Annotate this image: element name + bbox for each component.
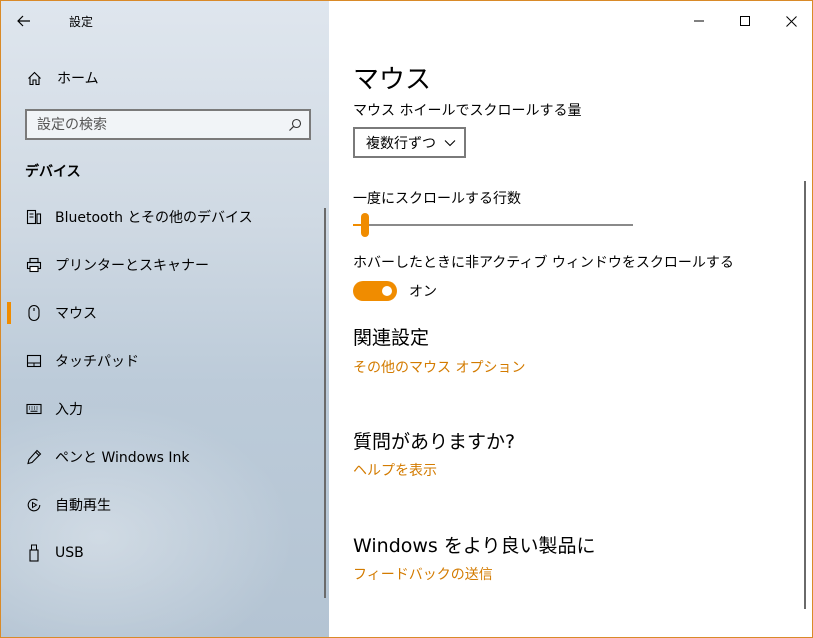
slider-thumb[interactable] xyxy=(361,213,369,237)
search-icon[interactable] xyxy=(281,118,309,132)
settings-search-box[interactable] xyxy=(25,109,311,140)
mouse-icon xyxy=(25,304,43,322)
nav-item-pen[interactable]: ペンと Windows Ink xyxy=(1,437,329,477)
lines-to-scroll-slider[interactable] xyxy=(353,213,634,237)
title-bar-left: 設定 xyxy=(1,1,329,41)
feedback-heading: Windows をより良い製品に xyxy=(353,535,596,557)
hover-scroll-toggle[interactable] xyxy=(353,281,397,301)
nav-item-mouse[interactable]: マウス xyxy=(1,293,329,333)
section-title-devices: デバイス xyxy=(25,164,81,180)
close-button[interactable] xyxy=(768,1,812,41)
navigation-pane: 設定 ホーム デバイス xyxy=(1,1,329,637)
keyboard-icon xyxy=(25,403,43,415)
settings-window: 設定 ホーム デバイス xyxy=(0,0,813,638)
nav-item-label: 入力 xyxy=(55,402,83,418)
chevron-down-icon xyxy=(444,139,456,146)
back-button[interactable] xyxy=(1,1,47,41)
wheel-scroll-label: マウス ホイールでスクロールする量 xyxy=(353,103,582,119)
touchpad-icon xyxy=(25,354,43,368)
nav-item-autoplay[interactable]: 自動再生 xyxy=(1,485,329,525)
maximize-icon xyxy=(740,16,750,26)
nav-item-input[interactable]: 入力 xyxy=(1,389,329,429)
wheel-scroll-value: 複数行ずつ xyxy=(366,135,436,152)
maximize-button[interactable] xyxy=(722,1,768,41)
nav-scrollbar[interactable] xyxy=(324,208,326,598)
nav-item-printers[interactable]: プリンターとスキャナー xyxy=(1,245,329,285)
printer-icon xyxy=(25,257,43,273)
app-title: 設定 xyxy=(69,14,94,29)
give-feedback-link[interactable]: フィードバックの送信 xyxy=(353,564,493,584)
get-help-link[interactable]: ヘルプを表示 xyxy=(353,460,437,480)
nav-item-bluetooth[interactable]: Bluetooth とその他のデバイス xyxy=(1,197,329,237)
bluetooth-device-icon xyxy=(25,209,43,225)
content-scrollbar[interactable] xyxy=(804,181,806,609)
hover-scroll-label: ホバーしたときに非アクティブ ウィンドウをスクロールする xyxy=(353,255,734,271)
nav-item-label: 自動再生 xyxy=(55,498,111,514)
nav-item-touchpad[interactable]: タッチパッド xyxy=(1,341,329,381)
nav-home[interactable]: ホーム xyxy=(1,61,329,95)
question-heading: 質問がありますか? xyxy=(353,431,516,453)
nav-item-label: USB xyxy=(55,545,84,561)
slider-track xyxy=(353,224,633,226)
minimize-button[interactable] xyxy=(676,1,722,41)
nav-item-label: Bluetooth とその他のデバイス xyxy=(55,210,253,226)
nav-item-label: ペンと Windows Ink xyxy=(55,450,190,466)
lines-to-scroll-label: 一度にスクロールする行数 xyxy=(353,191,521,207)
caption-buttons xyxy=(676,1,812,41)
nav-item-label: マウス xyxy=(55,306,97,322)
toggle-knob xyxy=(382,286,392,296)
content-pane: マウス マウス ホイールでスクロールする量 複数行ずつ 一度にスクロールする行数… xyxy=(329,1,812,637)
close-icon xyxy=(785,15,797,27)
nav-item-usb[interactable]: USB xyxy=(1,533,329,573)
additional-mouse-options-link[interactable]: その他のマウス オプション xyxy=(353,357,525,377)
usb-icon xyxy=(25,544,43,562)
page-title: マウス xyxy=(353,65,432,95)
minimize-icon xyxy=(694,20,704,22)
hover-scroll-state: オン xyxy=(409,284,437,300)
nav-item-label: プリンターとスキャナー xyxy=(55,258,209,274)
back-arrow-icon xyxy=(17,15,30,27)
settings-search-input[interactable] xyxy=(27,115,281,134)
autoplay-icon xyxy=(25,497,43,513)
related-settings-heading: 関連設定 xyxy=(353,327,430,349)
nav-item-label: タッチパッド xyxy=(55,354,139,370)
nav-home-label: ホーム xyxy=(57,71,99,87)
home-icon xyxy=(26,71,42,86)
pen-icon xyxy=(25,449,43,465)
wheel-scroll-dropdown[interactable]: 複数行ずつ xyxy=(353,127,466,158)
hover-scroll-toggle-row: オン xyxy=(353,281,437,301)
